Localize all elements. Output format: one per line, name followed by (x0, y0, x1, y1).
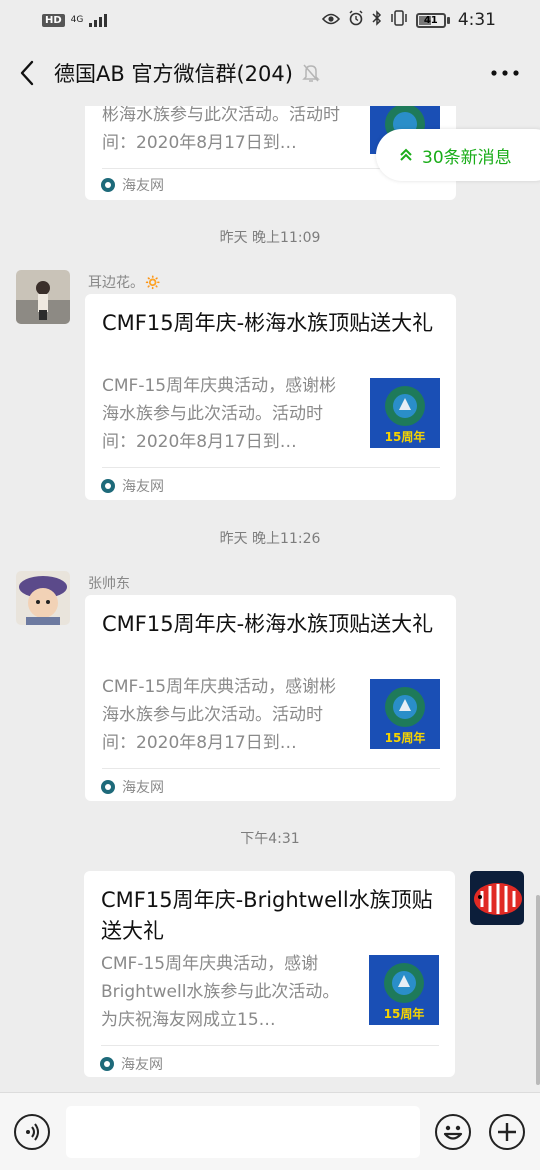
hd-badge: HD (42, 13, 65, 27)
network-type: 4G (70, 14, 84, 25)
status-time: 4:31 (457, 10, 496, 30)
avatar[interactable] (16, 270, 70, 324)
source-label: 海友网 (122, 479, 164, 495)
haiyou-logo-icon (101, 479, 115, 493)
chat-list[interactable]: 彬海水族参与此次活动。活动时间：2020年8月17日到… 海友网 昨天 晚上11… (0, 106, 540, 1092)
plus-icon (498, 1123, 516, 1141)
haiyou-logo-icon (101, 780, 115, 794)
sender-name: 张帅东 (88, 576, 130, 592)
card-source: 海友网 (101, 175, 164, 195)
link-card[interactable]: CMF15周年庆-彬海水族顶贴送大礼 CMF-15周年庆典活动，感谢彬海水族参与… (85, 595, 456, 801)
vibrate-icon (390, 10, 408, 30)
card-thumbnail: 15周年 (370, 679, 440, 749)
battery-icon: 41 (415, 12, 450, 28)
card-divider (101, 1045, 439, 1046)
card-source: 海友网 (101, 476, 164, 496)
back-button[interactable] (0, 40, 54, 106)
avatar[interactable] (470, 871, 524, 925)
mute-bell-icon (301, 62, 321, 84)
nav-bar: 德国AB 官方微信群(204) (0, 40, 540, 106)
thumb-caption: 15周年 (384, 731, 426, 745)
thumb-caption: 15周年 (383, 1007, 425, 1021)
card-source: 海友网 (101, 777, 164, 797)
emoji-icon (443, 1125, 463, 1140)
card-description: CMF-15周年庆典活动，感谢彬海水族参与此次活动。活动时间：2020年8月17… (102, 376, 337, 452)
card-title: CMF15周年庆-Brightwell水族顶贴送大礼 (101, 888, 433, 943)
alarm-icon (348, 10, 364, 30)
card-divider (102, 467, 440, 468)
link-card[interactable]: CMF15周年庆-Brightwell水族顶贴送大礼 CMF-15周年庆典活动，… (84, 871, 455, 1077)
card-source: 海友网 (100, 1054, 163, 1074)
link-card[interactable]: CMF15周年庆-彬海水族顶贴送大礼 CMF-15周年庆典活动，感谢彬海水族参与… (85, 294, 456, 500)
source-label: 海友网 (122, 780, 164, 796)
signal-icon (89, 13, 108, 27)
message-timestamp: 昨天 晚上11:09 (219, 230, 321, 246)
chevron-left-icon (20, 60, 34, 86)
voice-button[interactable] (14, 1114, 50, 1150)
new-messages-pill[interactable]: 30条新消息 (376, 129, 540, 181)
source-label: 海友网 (122, 178, 164, 194)
more-functions-button[interactable] (489, 1114, 525, 1150)
source-label: 海友网 (121, 1057, 163, 1073)
card-thumbnail: 15周年 (369, 955, 439, 1025)
scrollbar[interactable] (536, 895, 540, 1085)
battery-level: 41 (423, 14, 438, 26)
haiyou-logo-icon (100, 1057, 114, 1071)
emoji-button[interactable] (435, 1114, 471, 1150)
voice-icon (26, 1123, 39, 1141)
card-title: CMF15周年庆-彬海水族顶贴送大礼 (102, 311, 434, 335)
card-divider (102, 768, 440, 769)
card-description: 彬海水族参与此次活动。活动时间：2020年8月17日到… (102, 106, 340, 153)
message-input[interactable] (66, 1106, 420, 1158)
sender-name: 耳边花。🔅 (88, 275, 162, 291)
new-messages-label: 30条新消息 (422, 147, 512, 168)
eye-icon (321, 11, 340, 29)
card-title: CMF15周年庆-彬海水族顶贴送大礼 (102, 612, 434, 636)
input-bar (0, 1092, 540, 1170)
chat-title: 德国AB 官方微信群(204) (54, 62, 293, 86)
more-options-button[interactable] (488, 62, 522, 84)
thumb-caption: 15周年 (384, 430, 426, 444)
more-dots-icon (491, 70, 519, 76)
card-description: CMF-15周年庆典活动，感谢彬海水族参与此次活动。活动时间：2020年8月17… (102, 677, 337, 753)
card-thumbnail: 15周年 (370, 378, 440, 448)
avatar[interactable] (16, 571, 70, 625)
bluetooth-icon (372, 10, 382, 30)
double-chevron-up-icon (400, 148, 412, 161)
haiyou-logo-icon (101, 178, 115, 192)
status-bar: HD 4G 41 4:31 (0, 0, 540, 40)
status-right: 41 4:31 (321, 10, 496, 30)
message-timestamp: 昨天 晚上11:26 (219, 531, 321, 547)
card-description: CMF-15周年庆典活动，感谢Brightwell水族参与此次活动。为庆祝海友网… (101, 954, 340, 1030)
message-timestamp: 下午4:31 (240, 831, 300, 847)
status-left: HD 4G (42, 13, 108, 27)
